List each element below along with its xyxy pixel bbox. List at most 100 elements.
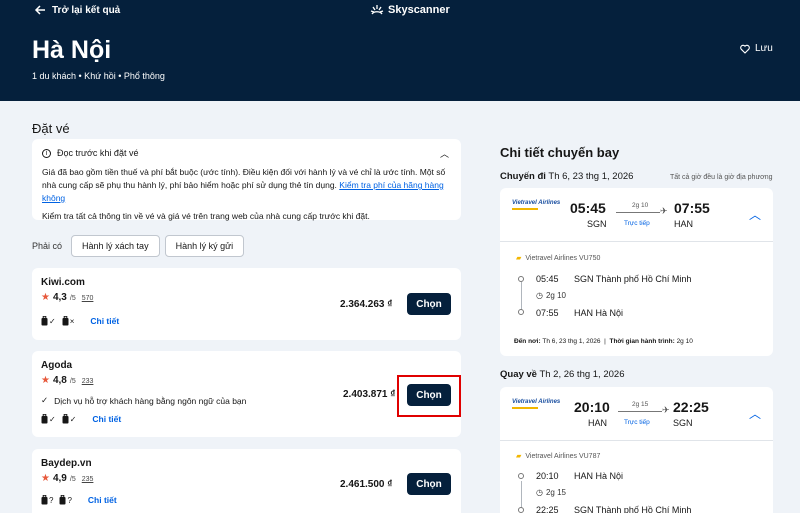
airline-small-icon: ▰ [516, 453, 522, 460]
cabin-bag-icon: ✓ [41, 316, 56, 326]
review-count[interactable]: 233 [82, 378, 94, 385]
agent-name: Agoda [41, 360, 73, 371]
arrival-code: HAN [674, 219, 694, 229]
checked-bag-icon: ? [59, 495, 72, 505]
segment-duration: ◷ 2g 10 [536, 291, 567, 300]
flight-details-title: Chi tiết chuyến bay [500, 145, 620, 160]
chevron-up-icon[interactable]: ︿ [440, 148, 449, 161]
notice-body: Giá đã bao gồm tiền thuế và phí bắt buộc… [42, 167, 446, 203]
flight-number: ▰ Vietravel Airlines VU750 [516, 254, 601, 263]
segment-arrival-place: SGN Thành phố Hồ Chí Minh [574, 505, 692, 513]
return-heading: Quay về Th 2, 26 thg 1, 2026 [500, 369, 625, 380]
notice-header[interactable]: i Đọc trước khi đặt vé ︿ [42, 147, 451, 160]
checked-bag-icon: × [62, 316, 74, 326]
timezone-note: Tất cả giờ đều là giờ địa phương [670, 174, 773, 181]
return-flight-card: Vietravel Airlines 20:10 HAN 2g 15 ✈ Trự… [500, 387, 773, 513]
flight-number: ▰ Vietravel Airlines VU787 [516, 452, 601, 461]
departure-time: 05:45 [570, 200, 606, 216]
cabin-bag-icon: ✓ [41, 414, 56, 424]
agent-rating: ★ 4,8 /5 233 [41, 375, 94, 386]
save-label: Lưu [755, 43, 773, 54]
agent-rating: ★ 4,3 /5 570 [41, 292, 94, 303]
check-icon: ✓ [41, 395, 49, 405]
page-title: Hà Nội [32, 36, 112, 64]
heart-icon [740, 44, 750, 54]
review-count[interactable]: 235 [82, 476, 94, 483]
details-link[interactable]: Chi tiết [92, 414, 121, 424]
segment-departure-place: SGN Thành phố Hồ Chí Minh [574, 274, 692, 284]
choose-button[interactable]: Chọn [407, 473, 451, 495]
page-header: Trở lại kết quả Skyscanner Hà Nội 1 du k… [0, 0, 800, 101]
route-line [616, 212, 660, 213]
flight-duration: 2g 10 [632, 202, 649, 209]
booking-notice: i Đọc trước khi đặt vé ︿ Giá đã bao gồm … [32, 139, 461, 221]
offer-price: 2.461.500 ₫ [340, 479, 393, 490]
segment-arrival-time: 07:55 [536, 308, 559, 318]
offer-feature: ✓ Dịch vụ hỗ trợ khách hàng bằng ngôn ng… [41, 395, 247, 406]
highlight-box [397, 375, 461, 417]
clock-icon: ◷ [536, 291, 543, 300]
route-line [618, 411, 662, 412]
arrival-time: 22:25 [673, 399, 709, 415]
info-icon: i [42, 149, 51, 158]
segment-arrival-time: 22:25 [536, 505, 559, 513]
offer-card: Baydep.vn ★ 4,9 /5 235 ? ? Chi tiết 2.46… [32, 449, 461, 513]
segment-departure-time: 05:45 [536, 274, 559, 284]
departure-code: HAN [588, 418, 608, 428]
arrival-code: SGN [673, 418, 693, 428]
baggage-icons: ✓ ✓ Chi tiết [41, 414, 121, 424]
skyscanner-logo[interactable]: Skyscanner [370, 4, 450, 16]
agent-rating: ★ 4,9 /5 235 [41, 473, 94, 484]
booking-title: Đặt vé [32, 121, 70, 136]
segment-duration: ◷ 2g 15 [536, 488, 567, 497]
collapse-chevron-icon[interactable]: ︿ [749, 206, 761, 223]
arrival-time: 07:55 [674, 200, 710, 216]
airline-small-icon: ▰ [516, 255, 522, 262]
segment-departure-place: HAN Hà Nội [574, 471, 624, 481]
sunrise-icon [370, 5, 384, 15]
stops-label: Trực tiếp [624, 419, 650, 426]
baggage-icons: ✓ × Chi tiết [41, 316, 119, 326]
offer-card: Kiwi.com ★ 4,3 /5 570 ✓ × Chi tiết 2.364… [32, 268, 461, 340]
arrival-summary: Đến nơi: Th 6, 23 thg 1, 2026 | Thời gia… [514, 338, 693, 345]
agent-name: Kiwi.com [41, 277, 85, 288]
details-link[interactable]: Chi tiết [90, 316, 119, 326]
star-icon: ★ [41, 292, 50, 303]
cabin-bag-filter[interactable]: Hành lý xách tay [71, 235, 160, 257]
departure-code: SGN [587, 219, 607, 229]
choose-button[interactable]: Chọn [407, 293, 451, 315]
airline-logo: Vietravel Airlines [512, 399, 560, 409]
flight-duration: 2g 15 [632, 401, 649, 408]
agent-name: Baydep.vn [41, 458, 92, 469]
save-button[interactable]: Lưu [740, 43, 773, 54]
back-to-results-link[interactable]: Trở lại kết quả [34, 4, 120, 16]
outbound-flight-card: Vietravel Airlines 05:45 SGN 2g 10 ✈ Trự… [500, 188, 773, 356]
checked-bag-filter[interactable]: Hành lý ký gửi [164, 235, 245, 257]
arrow-left-icon [34, 5, 45, 15]
notice-heading: Đọc trước khi đặt vé [57, 148, 139, 158]
outbound-heading: Chuyến đi Th 6, 23 thg 1, 2026 [500, 171, 634, 182]
brand-name: Skyscanner [388, 4, 450, 16]
segment-arrival-place: HAN Hà Nội [574, 308, 624, 318]
bag-filter: Phải có Hành lý xách tay Hành lý ký gửi [32, 235, 245, 257]
plane-icon: ✈ [660, 206, 668, 216]
back-label: Trở lại kết quả [52, 4, 121, 16]
details-link[interactable]: Chi tiết [88, 495, 117, 505]
review-count[interactable]: 570 [82, 295, 94, 302]
notice-footer: Kiểm tra tất cả thông tin về vé và giá v… [42, 211, 370, 221]
trip-summary: 1 du khách • Khứ hồi • Phổ thông [32, 71, 165, 81]
plane-icon: ✈ [662, 405, 670, 415]
segment-departure-time: 20:10 [536, 471, 559, 481]
departure-time: 20:10 [574, 399, 610, 415]
collapse-chevron-icon[interactable]: ︿ [749, 405, 761, 422]
bag-filter-label: Phải có [32, 241, 63, 251]
stops-label: Trực tiếp [624, 220, 650, 227]
offer-price: 2.403.871 ₫ [343, 389, 396, 400]
cabin-bag-icon: ? [41, 495, 53, 505]
checked-bag-icon: ✓ [62, 414, 76, 424]
star-icon: ★ [41, 473, 50, 484]
offer-price: 2.364.263 ₫ [340, 299, 393, 310]
baggage-icons: ? ? Chi tiết [41, 495, 117, 505]
clock-icon: ◷ [536, 488, 543, 497]
airline-logo: Vietravel Airlines [512, 200, 560, 210]
